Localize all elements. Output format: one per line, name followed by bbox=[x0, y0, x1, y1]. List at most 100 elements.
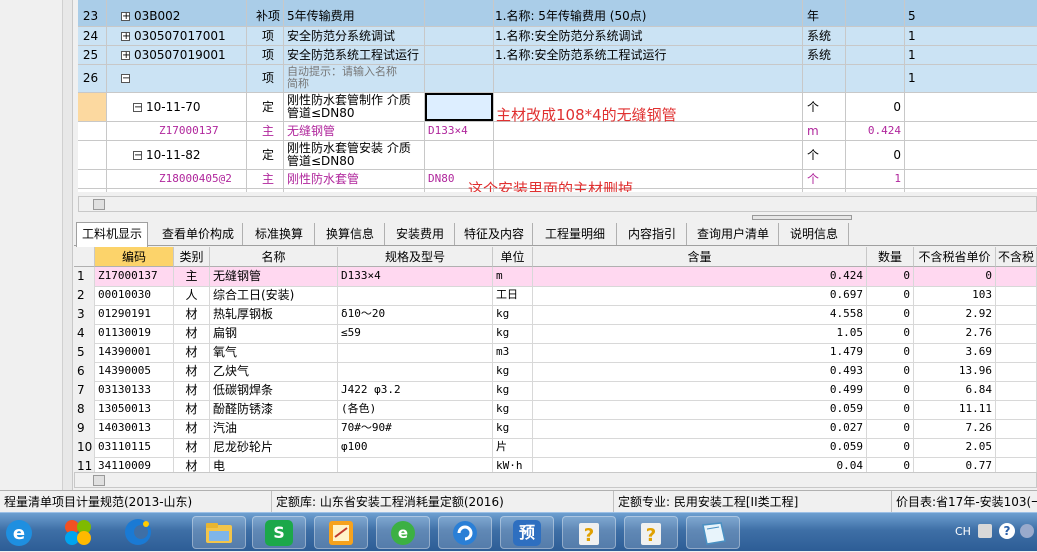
quota-row[interactable]: −10-11-82 定 刚性防水套管安装 介质管道≤DN80 个 0 bbox=[78, 141, 1037, 170]
table-row[interactable]: 10 03110115 材尼龙砂轮片 φ100 片 0.059 0 2.05 bbox=[74, 438, 1037, 458]
cell-name[interactable]: 尼龙砂轮片 bbox=[210, 438, 338, 457]
column-header-quantity[interactable]: 数量 bbox=[867, 247, 914, 267]
cell-unit-price[interactable]: 13.96 bbox=[914, 362, 996, 381]
cell-content[interactable]: 1.479 bbox=[533, 343, 867, 362]
cell-type[interactable]: 材 bbox=[174, 457, 210, 472]
expand-icon[interactable]: + bbox=[121, 51, 130, 61]
book-icon[interactable] bbox=[686, 516, 740, 549]
cell-unit-price[interactable]: 2.92 bbox=[914, 305, 996, 324]
cell-type[interactable]: 材 bbox=[174, 343, 210, 362]
cell-spec[interactable] bbox=[338, 343, 493, 362]
tab-standard-conversion[interactable]: 标准换算 bbox=[244, 223, 315, 245]
cell-content[interactable]: 1.05 bbox=[533, 324, 867, 343]
cell-name[interactable]: 无缝钢管 bbox=[210, 267, 338, 286]
tray-language[interactable]: CH bbox=[955, 525, 971, 538]
row-name[interactable]: 5年传输费用 bbox=[284, 7, 494, 25]
cell-spec[interactable]: D133×4 bbox=[338, 267, 493, 286]
cell-type[interactable]: 材 bbox=[174, 305, 210, 324]
cell-quantity[interactable]: 0 bbox=[867, 457, 914, 472]
cell-unit[interactable]: kW·h bbox=[493, 457, 533, 472]
cell-excl-tax[interactable] bbox=[996, 400, 1037, 419]
quota-qty[interactable]: 0 bbox=[848, 141, 904, 169]
cell-excl-tax[interactable] bbox=[996, 381, 1037, 400]
table-row[interactable]: 2 00010030 人综合工日(安装) 工日 0.697 0 103 bbox=[74, 286, 1037, 306]
cell-unit[interactable]: kg bbox=[493, 362, 533, 381]
tab-unit-price-composition[interactable]: 查看单价构成 bbox=[154, 223, 243, 245]
cell-quantity[interactable]: 0 bbox=[867, 419, 914, 438]
media-center-icon[interactable] bbox=[58, 515, 98, 549]
scrollbar-thumb[interactable] bbox=[93, 199, 105, 210]
row-code[interactable]: +030507019001 bbox=[118, 46, 258, 64]
column-header-excl-tax[interactable]: 不含税 bbox=[996, 247, 1037, 267]
cell-content[interactable]: 0.697 bbox=[533, 286, 867, 305]
tab-features-content[interactable]: 特征及内容 bbox=[456, 223, 533, 245]
column-header-unit-price[interactable]: 不含税省单价 bbox=[914, 247, 996, 267]
table-row[interactable]: 24 +030507017001 项 安全防范分系统调试 1.名称:安全防范分系… bbox=[78, 27, 1037, 46]
cell-code[interactable]: Z17000137 bbox=[95, 267, 174, 286]
collapse-icon[interactable]: − bbox=[133, 151, 142, 161]
cell-unit-price[interactable]: 2.76 bbox=[914, 324, 996, 343]
cell-excl-tax[interactable] bbox=[996, 438, 1037, 457]
cell-quantity[interactable]: 0 bbox=[867, 305, 914, 324]
e-app-icon[interactable]: e bbox=[376, 516, 430, 549]
column-header-type[interactable]: 类别 bbox=[174, 247, 210, 267]
cell-name[interactable]: 扁钢 bbox=[210, 324, 338, 343]
left-panel-scrollbar[interactable] bbox=[62, 0, 72, 490]
quota-code[interactable]: −10-11-70 bbox=[130, 93, 250, 121]
cell-unit-price[interactable]: 0.77 bbox=[914, 457, 996, 472]
tab-description[interactable]: 说明信息 bbox=[780, 223, 849, 245]
cell-spec[interactable]: δ10～20 bbox=[338, 305, 493, 324]
cell-spec[interactable]: ≤59 bbox=[338, 324, 493, 343]
material-qty[interactable]: 1 bbox=[848, 170, 904, 188]
row-qty[interactable]: 1 bbox=[905, 65, 945, 92]
row-qty[interactable]: 1 bbox=[905, 27, 945, 45]
cell-excl-tax[interactable] bbox=[996, 419, 1037, 438]
cell-spec[interactable]: (各色) bbox=[338, 400, 493, 419]
cell-code[interactable]: 00010030 bbox=[95, 286, 174, 305]
cell-quantity[interactable]: 0 bbox=[867, 381, 914, 400]
cell-unit[interactable]: m bbox=[493, 267, 533, 286]
cell-quantity[interactable]: 0 bbox=[867, 267, 914, 286]
row-name[interactable]: 安全防范系统工程试运行 bbox=[284, 46, 494, 64]
cell-name[interactable]: 氧气 bbox=[210, 343, 338, 362]
material-spec[interactable]: D133×4 bbox=[425, 122, 493, 140]
row-name[interactable]: 安全防范分系统调试 bbox=[284, 27, 494, 45]
scrollbar-thumb[interactable] bbox=[93, 475, 105, 486]
cell-excl-tax[interactable] bbox=[996, 343, 1037, 362]
tray-keyboard-icon[interactable] bbox=[978, 524, 992, 538]
notes-icon[interactable] bbox=[314, 516, 368, 549]
yu-app-icon[interactable]: 预 bbox=[500, 516, 554, 549]
cell-type[interactable]: 人 bbox=[174, 286, 210, 305]
table-row[interactable]: 3 01290191 材热轧厚钢板 δ10～20 kg 4.558 0 2.92 bbox=[74, 305, 1037, 325]
cell-unit-price[interactable]: 0 bbox=[914, 267, 996, 286]
cell-code[interactable]: 01130019 bbox=[95, 324, 174, 343]
row-feature[interactable]: 1.名称:安全防范系统工程试运行 bbox=[492, 46, 802, 64]
cell-type[interactable]: 材 bbox=[174, 438, 210, 457]
column-header-content[interactable]: 含量 bbox=[533, 247, 867, 267]
tab-content-guide[interactable]: 内容指引 bbox=[618, 223, 687, 245]
cell-name[interactable]: 乙炔气 bbox=[210, 362, 338, 381]
collapse-icon[interactable]: − bbox=[133, 103, 142, 113]
cell-unit[interactable]: kg bbox=[493, 419, 533, 438]
material-code[interactable]: Z18000405@2 bbox=[156, 170, 246, 188]
material-qty[interactable]: 0.424 bbox=[848, 122, 904, 140]
cell-name[interactable]: 汽油 bbox=[210, 419, 338, 438]
cell-spec[interactable]: φ100 bbox=[338, 438, 493, 457]
cell-content[interactable]: 0.04 bbox=[533, 457, 867, 472]
table-row[interactable]: 8 13050013 材酚醛防锈漆 (各色) kg 0.059 0 11.11 bbox=[74, 400, 1037, 420]
cell-content[interactable]: 0.424 bbox=[533, 267, 867, 286]
table-row[interactable]: 25 +030507019001 项 安全防范系统工程试运行 1.名称:安全防范… bbox=[78, 46, 1037, 65]
row-code[interactable]: − bbox=[118, 65, 158, 92]
cell-unit-price[interactable]: 6.84 bbox=[914, 381, 996, 400]
cell-name[interactable]: 综合工日(安装) bbox=[210, 286, 338, 305]
cell-type[interactable]: 材 bbox=[174, 400, 210, 419]
table-row[interactable]: 11 34110009 材电 kW·h 0.04 0 0.77 bbox=[74, 457, 1037, 472]
column-header-spec[interactable]: 规格及型号 bbox=[338, 247, 493, 267]
cell-unit[interactable]: kg bbox=[493, 305, 533, 324]
cell-code[interactable]: 14390005 bbox=[95, 362, 174, 381]
table-row[interactable]: 23 +03B002 补项 5年传输费用 1.名称: 5年传输费用 (50点) … bbox=[78, 7, 1037, 27]
cell-code[interactable]: 34110009 bbox=[95, 457, 174, 472]
quota-name[interactable]: 刚性防水套管安装 介质管道≤DN80 bbox=[284, 141, 424, 168]
table-row[interactable]: 7 03130133 材低碳钢焊条 J422 φ3.2 kg 0.499 0 6.84 bbox=[74, 381, 1037, 401]
cell-content[interactable]: 0.059 bbox=[533, 438, 867, 457]
